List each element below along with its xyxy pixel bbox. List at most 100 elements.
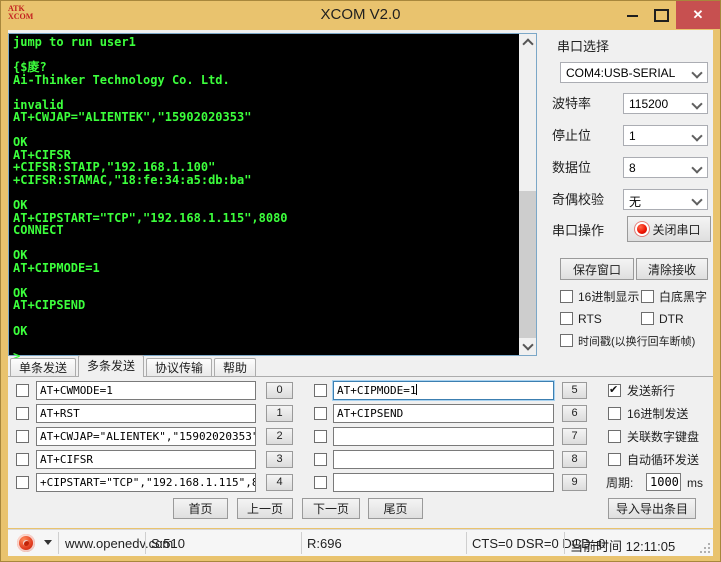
- send-row-2-value: AT+CWJAP="ALIENTEK","15902020353": [40, 430, 256, 443]
- scrollbar-thumb[interactable]: [519, 191, 536, 341]
- minimize-button[interactable]: [620, 1, 646, 29]
- rts-label: RTS: [578, 312, 602, 326]
- send-row-1-input[interactable]: AT+RST: [36, 404, 256, 423]
- send-row-8-button[interactable]: 8: [562, 451, 587, 468]
- send-row-7-input[interactable]: [333, 427, 554, 446]
- auto-cycle-checkbox[interactable]: [608, 453, 621, 466]
- send-row-9-button[interactable]: 9: [562, 474, 587, 491]
- send-row-6-input[interactable]: AT+CIPSEND: [333, 404, 554, 423]
- period-label: 周期:: [606, 476, 634, 490]
- maximize-icon: [654, 9, 669, 22]
- maximize-button[interactable]: [648, 1, 674, 29]
- save-window-button[interactable]: 保存窗口: [560, 258, 634, 280]
- minimize-icon: [627, 15, 638, 17]
- alientek-logo-icon[interactable]: [17, 534, 35, 552]
- send-row-2-input[interactable]: AT+CWJAP="ALIENTEK","15902020353": [36, 427, 256, 446]
- chevron-down-icon: [691, 130, 703, 142]
- first-page-button[interactable]: 首页: [173, 498, 228, 519]
- sent-count: S:510: [151, 536, 185, 551]
- close-port-label: 关闭串口: [652, 222, 701, 237]
- send-row-0-value: AT+CWMODE=1: [40, 384, 113, 397]
- terminal-output: jump to run user1 {$庱? Ai-Thinker Techno…: [13, 35, 288, 363]
- chevron-down-icon: [691, 67, 703, 79]
- status-dropdown-icon[interactable]: [44, 540, 52, 545]
- send-row-6-button[interactable]: 6: [562, 405, 587, 422]
- resize-grip[interactable]: [700, 543, 710, 553]
- hex-send-checkbox[interactable]: [608, 407, 621, 420]
- scroll-down-icon[interactable]: [519, 338, 536, 355]
- send-row-0-checkbox[interactable]: [16, 384, 29, 397]
- tab-help[interactable]: 帮助: [214, 358, 257, 377]
- send-row-2-checkbox[interactable]: [16, 430, 29, 443]
- hex-display-label: 16进制显示: [578, 290, 640, 304]
- baud-select[interactable]: 115200: [623, 93, 708, 114]
- period-input[interactable]: 1000: [646, 473, 681, 491]
- send-row-8-checkbox[interactable]: [314, 453, 327, 466]
- tab-protocol[interactable]: 协议传输: [146, 358, 213, 377]
- text-cursor: [416, 384, 418, 395]
- send-row-5-checkbox[interactable]: [314, 384, 327, 397]
- send-row-4-button[interactable]: 4: [266, 474, 293, 491]
- terminal-scrollbar[interactable]: [519, 34, 536, 355]
- send-row-4-value: +CIPSTART="TCP","192.168.1.115",8080: [40, 476, 256, 489]
- send-row-9-input[interactable]: [333, 473, 554, 492]
- databits-select[interactable]: 8: [623, 157, 708, 178]
- send-row-3-input[interactable]: AT+CIFSR: [36, 450, 256, 469]
- timestamp-checkbox[interactable]: [560, 334, 573, 347]
- parity-label: 奇偶校验: [552, 192, 605, 207]
- numpad-link-checkbox[interactable]: [608, 430, 621, 443]
- close-port-button[interactable]: 关闭串口: [627, 216, 711, 242]
- send-row-6-checkbox[interactable]: [314, 407, 327, 420]
- databits-select-value: 8: [629, 161, 636, 175]
- send-row-0-button[interactable]: 0: [266, 382, 293, 399]
- last-page-button[interactable]: 尾页: [368, 498, 423, 519]
- titlebar: ATK XCOM XCOM V2.0 ✕: [0, 0, 721, 30]
- send-row-5-button[interactable]: 5: [562, 382, 587, 399]
- send-row-0-input[interactable]: AT+CWMODE=1: [36, 381, 256, 400]
- send-row-3-button[interactable]: 3: [266, 451, 293, 468]
- scroll-up-icon[interactable]: [519, 34, 536, 51]
- received-count: R:696: [307, 536, 342, 551]
- divider: [564, 532, 565, 554]
- close-button[interactable]: ✕: [676, 1, 720, 29]
- send-row-1-button[interactable]: 1: [266, 405, 293, 422]
- send-row-1-checkbox[interactable]: [16, 407, 29, 420]
- rts-checkbox[interactable]: [560, 312, 573, 325]
- tab-single-send[interactable]: 单条发送: [10, 358, 77, 377]
- baud-label: 波特率: [552, 96, 592, 111]
- port-select-value: COM4:USB-SERIAL: [566, 66, 676, 80]
- chevron-down-icon: [691, 98, 703, 110]
- stopbits-select[interactable]: 1: [623, 125, 708, 146]
- send-row-4-checkbox[interactable]: [16, 476, 29, 489]
- next-page-button[interactable]: 下一页: [302, 498, 360, 519]
- port-section-label: 串口选择: [557, 39, 610, 54]
- send-row-5-value: AT+CIPMODE=1: [337, 384, 417, 397]
- receive-terminal[interactable]: jump to run user1 {$庱? Ai-Thinker Techno…: [8, 33, 537, 362]
- dtr-checkbox[interactable]: [641, 312, 654, 325]
- send-row-9-checkbox[interactable]: [314, 476, 327, 489]
- send-row-5-input[interactable]: AT+CIPMODE=1: [332, 380, 555, 401]
- hex-display-checkbox[interactable]: [560, 290, 573, 303]
- divider: [58, 532, 59, 554]
- clear-receive-button[interactable]: 清除接收: [636, 258, 708, 280]
- port-open-led-icon: [637, 224, 648, 234]
- send-row-3-value: AT+CIFSR: [40, 453, 93, 466]
- auto-cycle-label: 自动循环发送: [627, 453, 700, 467]
- current-time: 当前时间 12:11:05: [570, 539, 676, 554]
- tab-multi-send[interactable]: 多条发送: [78, 355, 145, 377]
- send-row-7-checkbox[interactable]: [314, 430, 327, 443]
- prev-page-button[interactable]: 上一页: [237, 498, 293, 519]
- send-row-7-button[interactable]: 7: [562, 428, 587, 445]
- send-row-3-checkbox[interactable]: [16, 453, 29, 466]
- import-export-button[interactable]: 导入导出条目: [608, 498, 696, 519]
- send-row-2-button[interactable]: 2: [266, 428, 293, 445]
- send-row-4-input[interactable]: +CIPSTART="TCP","192.168.1.115",8080: [36, 473, 256, 492]
- white-bg-checkbox[interactable]: [641, 290, 654, 303]
- period-unit-label: ms: [687, 476, 703, 490]
- hex-send-label: 16进制发送: [627, 407, 689, 421]
- parity-select[interactable]: 无: [623, 189, 708, 210]
- send-newline-checkbox[interactable]: [608, 383, 621, 397]
- send-row-8-input[interactable]: [333, 450, 554, 469]
- port-select[interactable]: COM4:USB-SERIAL: [560, 62, 708, 83]
- chevron-down-icon: [691, 162, 703, 174]
